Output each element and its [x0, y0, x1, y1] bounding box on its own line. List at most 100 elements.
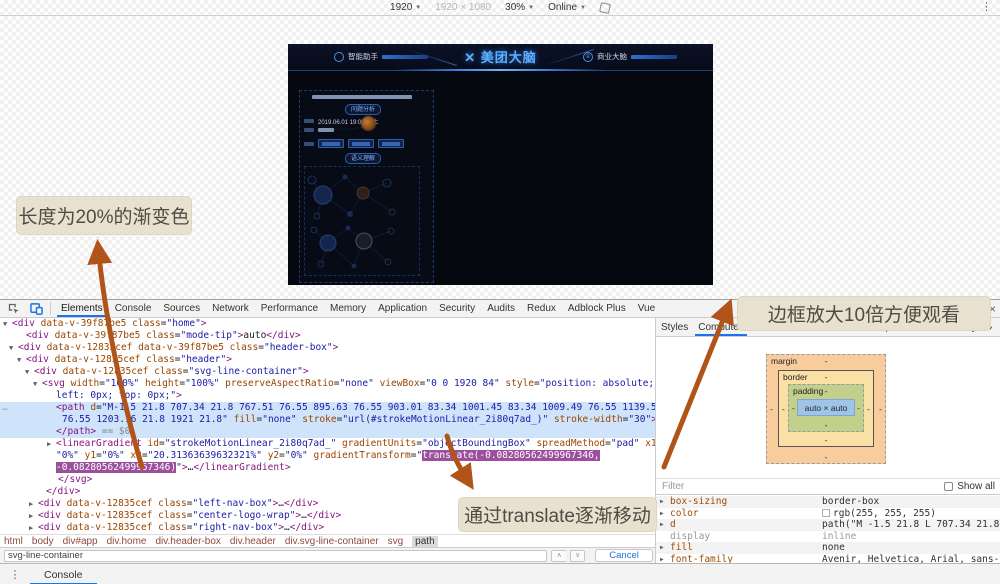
dom-tree-node[interactable]: "0%" y1="0%" x2="20.31363639632321%" y2=… [0, 450, 655, 462]
dom-tree-node[interactable]: ▼<div data-v-12835cef class="svg-line-co… [0, 366, 655, 378]
device-select[interactable]: 1920▼ [390, 2, 421, 13]
tab-performance[interactable]: Performance [255, 300, 324, 317]
inspect-element-icon[interactable] [6, 302, 21, 315]
collapse-arrow-icon[interactable]: ▼ [33, 378, 37, 390]
breadcrumb-item-html[interactable]: html [4, 536, 23, 547]
code-token: "svg-line-container" [188, 366, 302, 377]
tab-console-drawer[interactable]: Console [30, 564, 97, 584]
dom-tree-node[interactable]: </path> == $0 [0, 426, 655, 438]
collapse-arrow-icon[interactable]: ▼ [3, 318, 7, 330]
tab-redux[interactable]: Redux [521, 300, 562, 317]
toolbar-divider [50, 302, 51, 315]
assistant-nav[interactable]: 智能助手 [334, 51, 428, 62]
tab-sources[interactable]: Sources [157, 300, 206, 317]
find-next-button[interactable]: ∨ [570, 550, 585, 562]
zoom-select[interactable]: 30%▼ [505, 2, 534, 13]
computed-property-row[interactable]: displayinline [656, 531, 1000, 543]
tab-console[interactable]: Console [109, 300, 158, 317]
property-value: border-box [822, 496, 879, 507]
dom-tree-node[interactable]: -0.08280562499967346)">…</linearGradient… [0, 462, 655, 474]
property-value: inline [822, 531, 856, 542]
cancel-button[interactable]: Cancel [595, 549, 653, 562]
show-all-toggle[interactable]: Show all [944, 481, 995, 492]
dom-tree-node[interactable]: left: 0px; top: 0px;"> [0, 390, 655, 402]
toggle-device-toolbar-icon[interactable] [29, 302, 44, 315]
breadcrumb-item-div-svg-line-container[interactable]: div.svg-line-container [285, 536, 379, 547]
dom-tree-node[interactable]: 76.55 1203.16 21.8 1921 21.8" fill="none… [0, 414, 655, 426]
expand-arrow-icon[interactable]: ▶ [29, 522, 33, 534]
dom-tree-node[interactable]: <div data-v-39f87be5 class="mode-tip">au… [0, 330, 655, 342]
breadcrumb-item-div-header[interactable]: div.header [230, 536, 276, 547]
dom-tree-node[interactable]: ▶<linearGradient id="strokeMotionLinear_… [0, 438, 655, 450]
code-token: data-v-12835cef [61, 522, 153, 533]
checkbox-icon[interactable] [944, 482, 953, 491]
collapse-arrow-icon[interactable]: ▼ [9, 342, 13, 354]
find-previous-button[interactable]: ∧ [551, 550, 566, 562]
dom-tree-node[interactable]: …<path d="M-1.5 21.8 707.34 21.8 767.51 … [0, 402, 655, 414]
tag-chip[interactable] [378, 139, 404, 148]
tab-network[interactable]: Network [206, 300, 255, 317]
dom-tree-node[interactable]: ▼<div data-v-12835cef class="header"> [0, 354, 655, 366]
code-token: "0 0 1920 84" [425, 378, 499, 389]
code-token: "objectBoundingBox" [422, 438, 531, 449]
computed-property-row[interactable]: ▶dpath("M -1.5 21.8 L 707.34 21.8 L… [656, 519, 1000, 531]
business-nav[interactable]: ① 商业大脑 [583, 51, 677, 62]
tab-security[interactable]: Security [433, 300, 481, 317]
dom-tree-node[interactable]: ▼<svg width="100%" height="100%" preserv… [0, 378, 655, 390]
tab-elements[interactable]: Elements [55, 300, 109, 317]
tag-chip[interactable] [348, 139, 374, 148]
computed-property-row[interactable]: ▶fillnone [656, 542, 1000, 554]
expand-arrow-icon[interactable]: ▶ [660, 521, 664, 528]
sidebar-tab-styles[interactable]: Styles [656, 318, 693, 336]
box-model-padding[interactable]: padding - - - - auto × auto [788, 384, 864, 432]
breadcrumb-item-svg[interactable]: svg [388, 536, 404, 547]
rotate-device-icon[interactable] [599, 2, 611, 14]
tab-vue[interactable]: Vue [632, 300, 661, 317]
code-token: <svg [42, 378, 65, 389]
dom-tree-node[interactable]: </svg> [0, 474, 655, 486]
tab-application[interactable]: Application [372, 300, 433, 317]
breadcrumb-item-div-header-box[interactable]: div.header-box [155, 536, 220, 547]
breadcrumb-item-div-home[interactable]: div.home [107, 536, 147, 547]
box-model-margin[interactable]: margin - - - - border - - - - padding - [766, 354, 886, 464]
collapse-arrow-icon[interactable]: ▼ [25, 366, 29, 378]
drawer-menu-icon[interactable]: ⋮ [0, 564, 30, 584]
color-swatch[interactable] [822, 509, 830, 517]
graph-box [304, 166, 420, 276]
device-toolbar-menu-icon[interactable]: ⋮ [981, 1, 992, 14]
filter-label[interactable]: Filter [662, 481, 684, 492]
computed-property-row[interactable]: ▶box-sizingborder-box [656, 496, 1000, 508]
box-model-content[interactable]: auto × auto [797, 399, 855, 416]
expand-arrow-icon[interactable]: ▶ [47, 438, 51, 450]
box-model-border[interactable]: border - - - - padding - - - - auto × au… [778, 370, 874, 447]
computed-property-row[interactable]: ▶font-familyAvenir, Helvetica, Arial, sa… [656, 554, 1000, 564]
dom-tree-node[interactable]: ▼<div data-v-12835cef data-v-39f87be5 cl… [0, 342, 655, 354]
expand-arrow-icon[interactable]: ▶ [29, 498, 33, 510]
code-token: > [201, 318, 207, 329]
tag-chip[interactable] [318, 139, 344, 148]
breadcrumb-item-body[interactable]: body [32, 536, 54, 547]
code-token: data-v-12835cef [41, 342, 133, 353]
network-throttle-select[interactable]: Online▼ [548, 2, 586, 13]
expand-arrow-icon[interactable]: ▶ [660, 498, 664, 505]
search-input[interactable] [4, 550, 547, 562]
expand-arrow-icon[interactable]: ▶ [660, 556, 664, 563]
dom-tree-node[interactable]: ▼<div data-v-39f87be5 class="home"> [0, 318, 655, 330]
section-badge: 问题分析 [345, 104, 381, 115]
expand-arrow-icon[interactable]: ▶ [660, 544, 664, 551]
breadcrumb-item-div-app[interactable]: div#app [63, 536, 98, 547]
code-token: == $0 [96, 426, 130, 437]
tab-adblock-plus[interactable]: Adblock Plus [562, 300, 632, 317]
code-token: "center-logo-wrap" [192, 510, 295, 521]
tab-audits[interactable]: Audits [481, 300, 521, 317]
chevron-down-icon: ▼ [415, 5, 421, 11]
collapse-arrow-icon[interactable]: ▼ [17, 354, 21, 366]
expand-arrow-icon[interactable]: ▶ [660, 510, 664, 517]
expand-arrow-icon[interactable]: ▶ [29, 510, 33, 522]
header-glow-line [394, 69, 607, 71]
computed-property-row[interactable]: ▶colorrgb(255, 255, 255) [656, 508, 1000, 520]
code-token: stroke [297, 414, 337, 425]
breadcrumb-item-path[interactable]: path [412, 536, 437, 547]
tab-memory[interactable]: Memory [324, 300, 372, 317]
code-token: > [176, 390, 182, 401]
